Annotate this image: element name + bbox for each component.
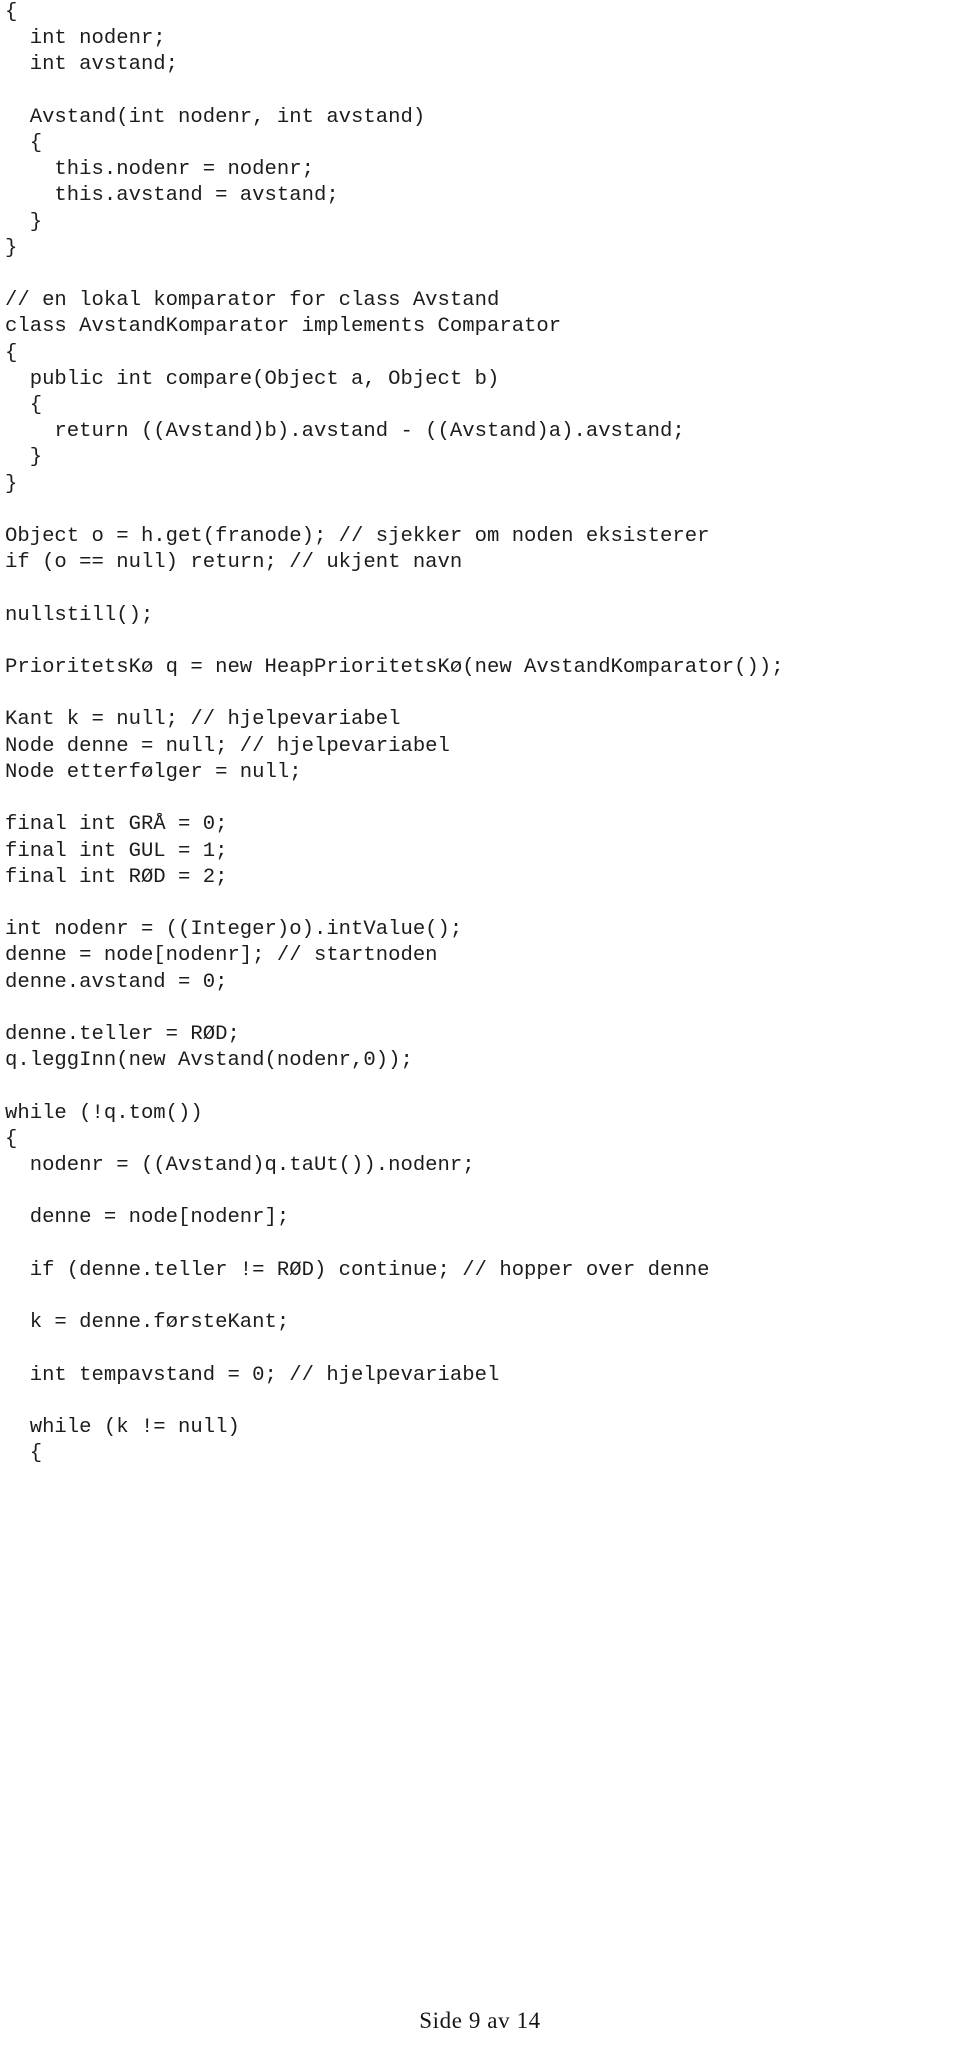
code-line: final int GRÅ = 0; bbox=[5, 813, 228, 837]
code-line: Node denne = null; // hjelpevariabel bbox=[5, 734, 450, 758]
code-line: final int GUL = 1; bbox=[5, 839, 228, 863]
code-line: Kant k = null; // hjelpevariabel bbox=[5, 708, 401, 732]
code-line: Node etterfølger = null; bbox=[5, 760, 302, 784]
code-line: q.leggInn(new Avstand(nodenr,0)); bbox=[5, 1049, 413, 1073]
code-line: Avstand(int nodenr, int avstand) bbox=[5, 105, 426, 129]
code-line: { bbox=[5, 394, 43, 418]
code-line: } bbox=[5, 446, 43, 470]
code-line: // en lokal komparator for class Avstand bbox=[5, 289, 500, 313]
code-line: while (!q.tom()) bbox=[5, 1101, 203, 1125]
document-page: { int nodenr; int avstand; Avstand(int n… bbox=[0, 0, 960, 2056]
code-line: int tempavstand = 0; // hjelpevariabel bbox=[5, 1363, 500, 1387]
code-line: nodenr = ((Avstand)q.taUt()).nodenr; bbox=[5, 1153, 475, 1177]
code-line: { bbox=[5, 132, 43, 156]
code-line: { bbox=[5, 341, 18, 365]
code-line: if (denne.teller != RØD) continue; // ho… bbox=[5, 1258, 710, 1282]
code-line: int avstand; bbox=[5, 53, 179, 77]
code-line: return ((Avstand)b).avstand - ((Avstand)… bbox=[5, 420, 685, 444]
code-line: int nodenr = ((Integer)o).intValue(); bbox=[5, 918, 463, 942]
code-line: int nodenr; bbox=[5, 27, 166, 51]
code-line: if (o == null) return; // ukjent navn bbox=[5, 551, 463, 575]
code-line: denne.teller = RØD; bbox=[5, 1022, 240, 1046]
code-line: } bbox=[5, 210, 43, 234]
code-line: this.avstand = avstand; bbox=[5, 184, 339, 208]
code-line: denne = node[nodenr]; bbox=[5, 1206, 290, 1230]
code-line: Object o = h.get(franode); // sjekker om… bbox=[5, 525, 710, 549]
code-line: { bbox=[5, 1442, 43, 1466]
code-line: { bbox=[5, 1, 18, 24]
code-line: class AvstandKomparator implements Compa… bbox=[5, 315, 562, 339]
code-line: this.nodenr = nodenr; bbox=[5, 158, 314, 182]
code-line: denne.avstand = 0; bbox=[5, 970, 228, 994]
code-line: { bbox=[5, 1127, 18, 1151]
code-line: while (k != null) bbox=[5, 1415, 240, 1439]
code-line: final int RØD = 2; bbox=[5, 865, 228, 889]
page-footer: Side 9 av 14 bbox=[419, 2008, 541, 2033]
code-line: } bbox=[5, 472, 18, 496]
code-line: PrioritetsKø q = new HeapPrioritetsKø(ne… bbox=[5, 656, 784, 680]
code-line: public int compare(Object a, Object b) bbox=[5, 367, 500, 391]
code-line: k = denne.førsteKant; bbox=[5, 1311, 290, 1335]
code-line: } bbox=[5, 236, 18, 260]
code-listing: { int nodenr; int avstand; Avstand(int n… bbox=[5, 0, 960, 1467]
code-line: denne = node[nodenr]; // startnoden bbox=[5, 944, 438, 968]
code-line: nullstill(); bbox=[5, 603, 154, 627]
